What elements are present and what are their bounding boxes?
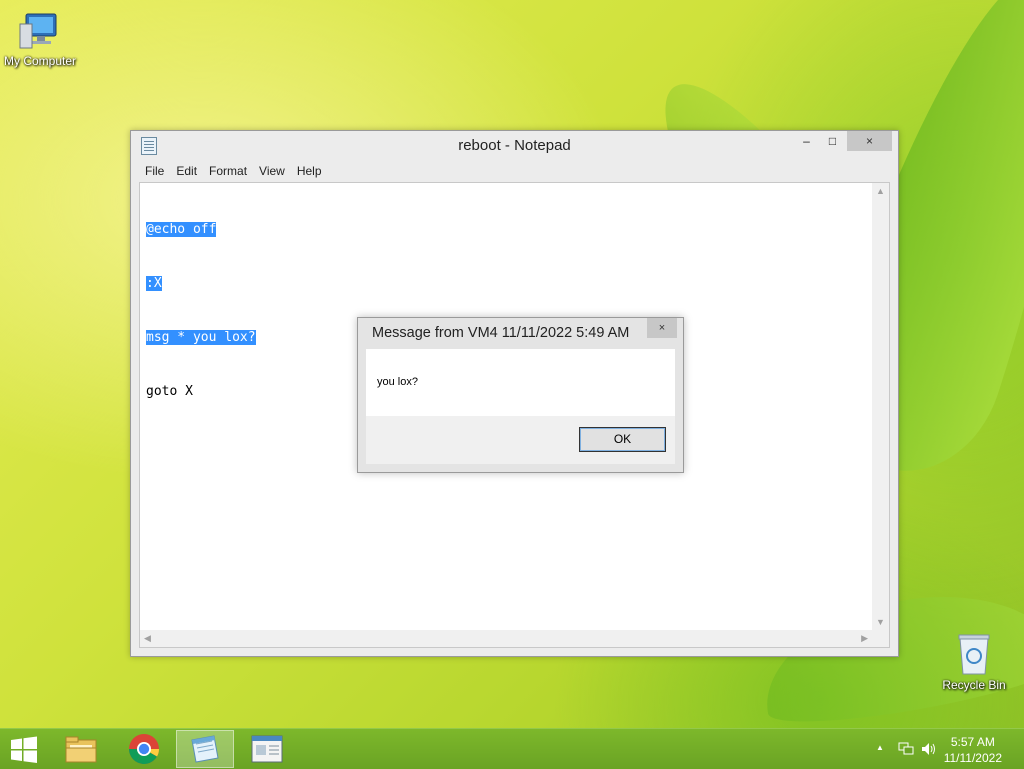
taskbar: ▲ 5:57 AM 11/11/2022 [0,728,1024,769]
volume-icon[interactable] [921,742,937,756]
title-bar[interactable]: reboot - Notepad – □ × [131,131,898,159]
network-icon[interactable] [898,742,914,756]
dialog-message: you lox? [377,376,418,388]
vertical-scrollbar[interactable]: ▲ ▼ [872,183,889,630]
minimize-button[interactable]: – [793,131,820,151]
dialog-close-button[interactable]: × [647,318,677,338]
recycle-bin-desktop-icon[interactable]: Recycle Bin [934,630,1014,692]
taskbar-chrome[interactable] [114,730,172,768]
ok-button[interactable]: OK [579,427,666,452]
scroll-down-icon[interactable]: ▼ [876,617,885,627]
system-clock[interactable]: 5:57 AM 11/11/2022 [944,734,1002,766]
editor-text[interactable]: @echo off :X msg * you lox? goto X [146,185,256,437]
menu-format[interactable]: Format [203,161,253,181]
menu-help[interactable]: Help [291,161,328,181]
editor-line: goto X [146,384,193,399]
editor-line: :X [146,276,162,291]
scroll-up-icon[interactable]: ▲ [876,186,885,196]
desktop-icon-label: My Computer [3,54,77,68]
maximize-button[interactable]: □ [819,131,846,151]
taskbar-notepad[interactable] [176,730,234,768]
message-window-icon [251,735,283,763]
taskbar-file-explorer[interactable] [52,730,110,768]
scrollbar-corner [872,630,889,647]
horizontal-scrollbar[interactable]: ◀ ▶ [140,630,872,647]
editor-line: @echo off [146,222,217,237]
my-computer-desktop-icon[interactable]: My Computer [0,10,80,68]
editor-line: msg * you lox? [146,330,256,345]
menu-edit[interactable]: Edit [170,161,203,181]
dialog-body: you lox? [366,349,675,416]
start-button[interactable] [0,730,48,768]
notepad-icon [191,735,219,763]
show-hidden-icons-chevron[interactable]: ▲ [876,743,884,752]
start-icon [11,736,37,763]
menu-file[interactable]: File [139,161,170,181]
clock-date: 11/11/2022 [943,751,1002,765]
close-button[interactable]: × [847,131,892,151]
taskbar-message-window[interactable] [238,730,296,768]
dialog-title: Message from VM4 11/11/2022 5:49 AM [372,325,630,341]
menu-view[interactable]: View [253,161,291,181]
dialog-footer: OK [366,416,675,464]
recycle-bin-icon [956,630,992,676]
desktop-icon-label: Recycle Bin [942,678,1006,692]
computer-icon [18,10,62,52]
scroll-left-icon[interactable]: ◀ [144,633,151,644]
clock-time: 5:57 AM [950,735,995,749]
menu-bar: File Edit Format View Help [139,161,890,181]
scroll-right-icon[interactable]: ▶ [861,633,868,644]
message-dialog[interactable]: Message from VM4 11/11/2022 5:49 AM × yo… [357,317,684,473]
window-title: reboot - Notepad [458,137,571,154]
chrome-icon [129,734,160,765]
file-explorer-icon [65,736,97,763]
